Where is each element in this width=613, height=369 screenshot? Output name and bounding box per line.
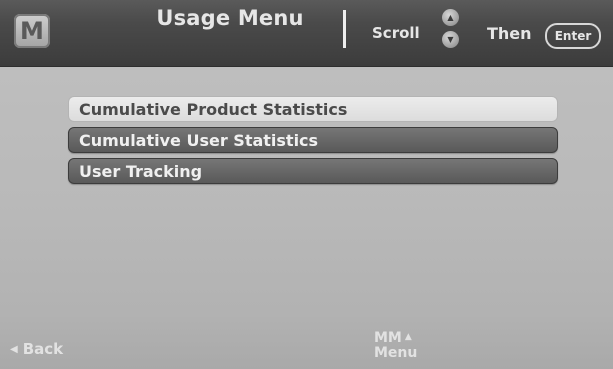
- down-arrow-icon[interactable]: ▼: [442, 31, 459, 48]
- main-menu-button[interactable]: MM ▲ Menu: [374, 330, 417, 361]
- back-button[interactable]: ◀ Back: [10, 340, 63, 358]
- usage-menu-list: Cumulative Product Statistics Cumulative…: [68, 96, 558, 189]
- up-caret-icon: ▲: [404, 332, 412, 342]
- header-divider: [343, 10, 346, 48]
- up-arrow-icon[interactable]: ▲: [442, 9, 459, 26]
- back-arrow-icon: ◀: [10, 344, 18, 355]
- mm-label: MM: [374, 330, 402, 346]
- scroll-label: Scroll: [372, 24, 420, 42]
- usage-menu-screen: M Usage Menu Scroll ▲ ▼ Then Enter Cumul…: [0, 0, 613, 369]
- menu-item-cumulative-product-statistics[interactable]: Cumulative Product Statistics: [68, 96, 558, 122]
- mm-line: MM ▲: [374, 330, 417, 346]
- enter-button[interactable]: Enter: [545, 23, 601, 49]
- menu-item-user-tracking[interactable]: User Tracking: [68, 158, 558, 184]
- page-title: Usage Menu: [156, 6, 304, 30]
- m-logo-icon: M: [14, 14, 50, 48]
- back-label: Back: [22, 340, 64, 358]
- header-bar: M Usage Menu Scroll ▲ ▼ Then Enter: [0, 0, 613, 67]
- then-label: Then: [487, 24, 532, 43]
- menu-label: Menu: [374, 345, 418, 361]
- menu-item-cumulative-user-statistics[interactable]: Cumulative User Statistics: [68, 127, 558, 153]
